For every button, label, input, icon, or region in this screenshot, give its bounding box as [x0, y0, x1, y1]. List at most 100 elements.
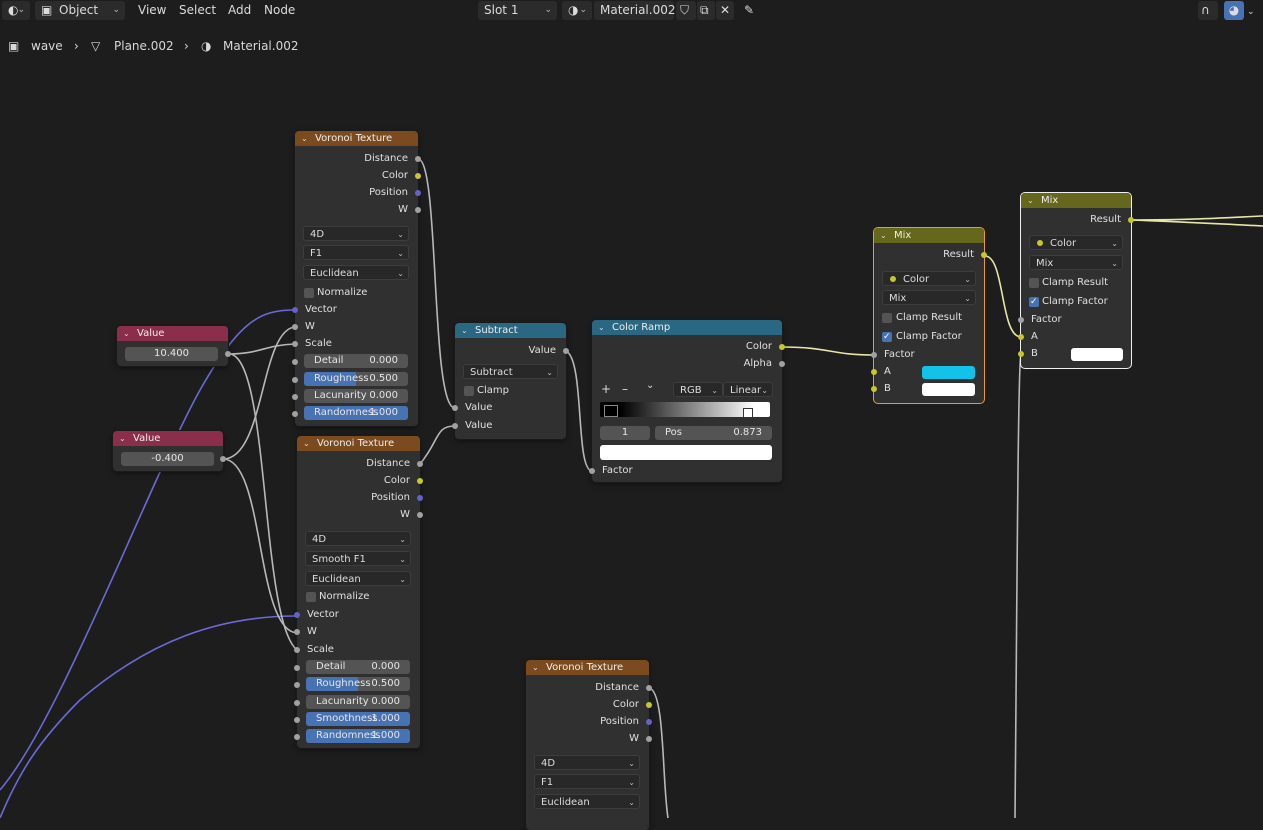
stop-position-field[interactable]: Pos 0.873	[655, 426, 772, 440]
blend-mode-dropdown[interactable]: Mix ⌄	[1029, 255, 1123, 270]
clamp-factor-checkbox[interactable]: Clamp Factor	[1021, 294, 1131, 310]
input-socket[interactable]	[589, 468, 595, 474]
output-socket[interactable]	[981, 252, 987, 258]
checkbox[interactable]	[306, 592, 316, 602]
node-header[interactable]: ⌄ Voronoi Texture	[526, 660, 649, 675]
mix-color-node[interactable]: ⌄ Mix Result Color⌄ Mix⌄ Clamp Result Cla…	[1018, 193, 1134, 368]
node-header[interactable]: ⌄ Voronoi Texture	[297, 436, 420, 451]
input-socket[interactable]	[294, 665, 300, 671]
input-socket[interactable]	[292, 411, 298, 417]
checkbox[interactable]	[304, 288, 314, 298]
dimensions-dropdown[interactable]: 4D ⌄	[303, 226, 409, 241]
data-type-dropdown[interactable]: Color ⌄	[882, 271, 976, 286]
input-socket[interactable]	[452, 423, 458, 429]
clamp-result-checkbox[interactable]: Clamp Result	[1021, 275, 1131, 291]
ramp-stop-black[interactable]	[604, 405, 618, 417]
clamp-factor-checkbox[interactable]: Clamp Factor	[874, 329, 984, 345]
add-stop-button[interactable]: +	[601, 382, 611, 396]
value-field[interactable]: -0.400	[121, 452, 214, 466]
output-socket[interactable]	[646, 685, 652, 691]
color-mode-dropdown[interactable]: RGB ⌄	[673, 382, 723, 397]
input-socket[interactable]	[871, 352, 877, 358]
input-socket[interactable]	[294, 682, 300, 688]
color-ramp-node[interactable]: ⌄ Color Ramp Color Alpha + – ⌄ RGB ⌄ Linea…	[589, 320, 785, 482]
output-socket[interactable]	[646, 702, 652, 708]
input-socket[interactable]	[294, 717, 300, 723]
node-header[interactable]: ⌄ Voronoi Texture	[295, 131, 418, 146]
node-header[interactable]: ⌄ Value	[113, 431, 223, 446]
output-socket[interactable]	[779, 361, 785, 367]
node-header[interactable]: ⌄ Color Ramp	[592, 320, 782, 335]
stop-index-field[interactable]: 1	[600, 426, 650, 440]
node-header[interactable]: ⌄ Mix	[874, 228, 984, 243]
voronoi-texture-node[interactable]: ⌄ Voronoi Texture Distance Color Position…	[526, 660, 652, 830]
checkbox[interactable]	[882, 329, 892, 345]
output-socket[interactable]	[417, 512, 423, 518]
stop-color-swatch[interactable]	[600, 445, 772, 460]
output-socket[interactable]	[646, 719, 652, 725]
normalize-checkbox[interactable]: Normalize	[295, 285, 418, 301]
output-socket[interactable]	[415, 190, 421, 196]
output-socket[interactable]	[417, 478, 423, 484]
output-socket[interactable]	[417, 495, 423, 501]
value-node[interactable]: ⌄ Value -0.400	[113, 431, 226, 471]
output-socket[interactable]	[415, 156, 421, 162]
input-socket[interactable]	[292, 324, 298, 330]
node-header[interactable]: ⌄ Mix	[1021, 193, 1131, 208]
input-socket[interactable]	[294, 612, 300, 618]
output-socket[interactable]	[563, 348, 569, 354]
metric-dropdown[interactable]: Euclidean ⌄	[534, 794, 640, 809]
color-ramp-gradient[interactable]	[600, 402, 770, 418]
color-b-swatch[interactable]	[922, 383, 975, 396]
randomness-slider[interactable]: Randomness 1.000	[304, 406, 408, 420]
operation-dropdown[interactable]: Subtract ⌄	[463, 364, 558, 379]
output-socket[interactable]	[225, 351, 231, 357]
color-b-swatch[interactable]	[1071, 348, 1123, 361]
roughness-slider[interactable]: Roughness 0.500	[304, 372, 408, 386]
input-socket[interactable]	[294, 647, 300, 653]
value-field[interactable]: 10.400	[125, 347, 218, 361]
input-socket[interactable]	[871, 369, 877, 375]
metric-dropdown[interactable]: Euclidean ⌄	[303, 265, 409, 280]
blend-mode-dropdown[interactable]: Mix ⌄	[882, 290, 976, 305]
output-socket[interactable]	[415, 173, 421, 179]
output-socket[interactable]	[646, 736, 652, 742]
interpolation-dropdown[interactable]: Linear ⌄	[723, 382, 773, 397]
output-socket[interactable]	[415, 207, 421, 213]
lacunarity-field[interactable]: Lacunarity 0.000	[304, 389, 408, 403]
data-type-dropdown[interactable]: Color ⌄	[1029, 235, 1123, 250]
ramp-stop-white[interactable]	[743, 408, 753, 418]
input-socket[interactable]	[294, 629, 300, 635]
smoothness-slider[interactable]: Smoothness 1.000	[306, 712, 410, 726]
dimensions-dropdown[interactable]: 4D ⌄	[305, 531, 411, 546]
feature-dropdown[interactable]: F1 ⌄	[534, 774, 640, 789]
ramp-menu-button[interactable]: ⌄	[646, 380, 654, 391]
normalize-checkbox[interactable]: Normalize	[297, 589, 420, 605]
checkbox[interactable]	[1029, 278, 1039, 288]
math-subtract-node[interactable]: ⌄ Subtract Value Subtract ⌄ Clamp Value Va…	[452, 323, 569, 439]
voronoi-texture-node[interactable]: ⌄ Voronoi Texture Distance Color Position…	[294, 436, 423, 748]
input-socket[interactable]	[871, 386, 877, 392]
input-socket[interactable]	[1018, 334, 1024, 340]
node-header[interactable]: ⌄ Subtract	[455, 323, 566, 338]
input-socket[interactable]	[294, 734, 300, 740]
input-socket[interactable]	[1018, 317, 1024, 323]
output-socket[interactable]	[779, 344, 785, 350]
input-socket[interactable]	[452, 405, 458, 411]
input-socket[interactable]	[292, 359, 298, 365]
output-socket[interactable]	[1128, 217, 1134, 223]
feature-dropdown[interactable]: Smooth F1 ⌄	[305, 551, 411, 566]
input-socket[interactable]	[294, 700, 300, 706]
feature-dropdown[interactable]: F1 ⌄	[303, 245, 409, 260]
input-socket[interactable]	[292, 394, 298, 400]
voronoi-texture-node[interactable]: ⌄ Voronoi Texture Distance Color Position…	[292, 131, 421, 426]
detail-field[interactable]: Detail 0.000	[304, 354, 408, 368]
value-node[interactable]: ⌄ Value 10.400	[117, 326, 231, 366]
input-socket[interactable]	[292, 377, 298, 383]
input-socket[interactable]	[292, 341, 298, 347]
metric-dropdown[interactable]: Euclidean ⌄	[305, 571, 411, 586]
randomness-slider[interactable]: Randomness 1.000	[306, 729, 410, 743]
input-socket[interactable]	[292, 307, 298, 313]
checkbox[interactable]	[464, 386, 474, 396]
clamp-checkbox[interactable]: Clamp	[455, 383, 566, 399]
